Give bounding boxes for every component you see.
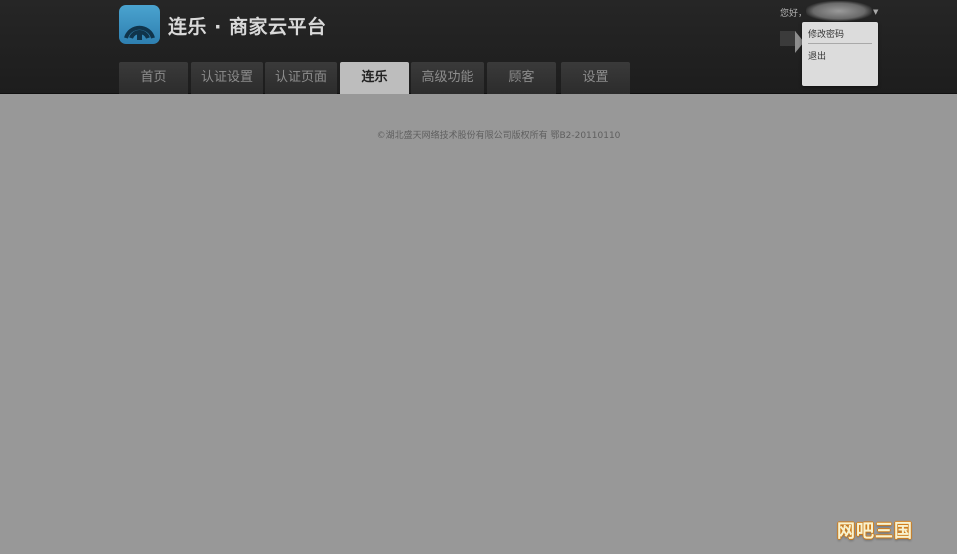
user-dropdown-menu: 修改密码 退出: [802, 22, 878, 86]
tab-lianle[interactable]: 连乐: [340, 62, 409, 94]
logout-link[interactable]: 退出: [808, 49, 826, 62]
tab-auth-page[interactable]: 认证页面: [265, 62, 337, 94]
copyright-text: ©湖北盛天网络技术股份有限公司版权所有 鄂B2-20110110: [376, 131, 621, 141]
user-greeting: 您好，: [780, 9, 808, 19]
watermark-logo: 网吧三国: [837, 521, 913, 542]
tab-auth-settings[interactable]: 认证设置: [191, 62, 263, 94]
tab-customers[interactable]: 顾客: [487, 62, 556, 94]
change-password-link[interactable]: 修改密码: [808, 27, 844, 40]
chevron-down-icon[interactable]: ▼: [873, 8, 878, 16]
top-header: 连乐 · 商家云平台 首页 认证设置 认证页面 连乐 高级功能 顾客 设置 您好…: [0, 0, 957, 94]
dropdown-tab: [780, 31, 796, 46]
tab-advanced[interactable]: 高级功能: [411, 62, 484, 94]
menu-divider: [808, 43, 872, 44]
wifi-signal-icon: [124, 25, 155, 40]
username-obscured[interactable]: [806, 1, 872, 21]
brand-title: 连乐 · 商家云平台: [168, 16, 327, 38]
logo[interactable]: [119, 5, 160, 44]
tab-settings[interactable]: 设置: [561, 62, 630, 94]
tab-home[interactable]: 首页: [119, 62, 188, 94]
